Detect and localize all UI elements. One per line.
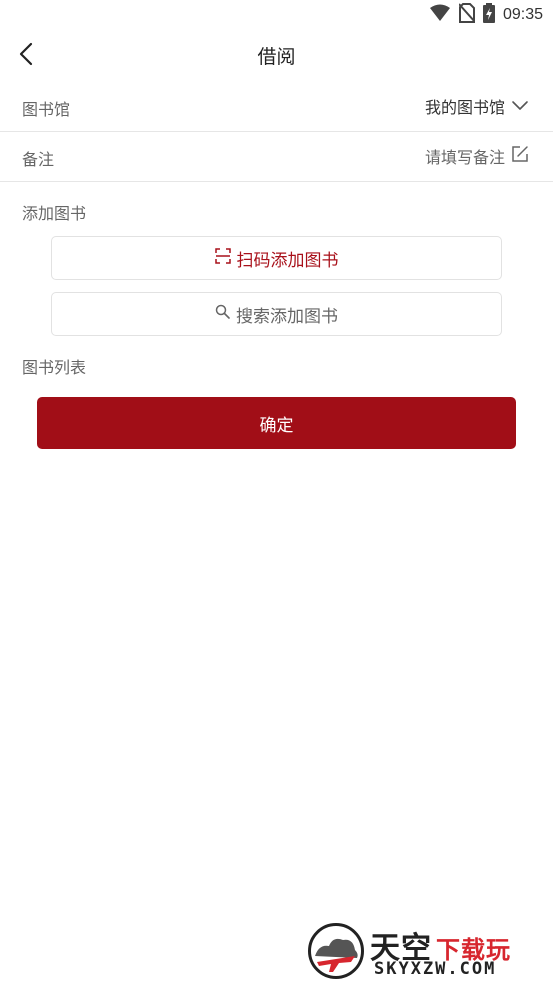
library-label: 图书馆: [22, 100, 71, 119]
confirm-label: 确定: [259, 415, 294, 436]
watermark-emblem-icon: [308, 923, 364, 979]
remark-input[interactable]: 请填写备注: [425, 144, 529, 168]
library-selector[interactable]: 我的图书馆: [425, 94, 529, 118]
library-value: 我的图书馆: [424, 98, 505, 117]
status-icons: 09:35: [429, 3, 543, 27]
watermark-logo: 天空 下载玩 SKYXZW.COM: [306, 921, 551, 981]
scan-add-book-label: 扫码添加图书: [236, 250, 339, 271]
search-add-book-button[interactable]: 搜索添加图书: [51, 292, 502, 336]
battery-charging-icon: [482, 3, 495, 27]
add-books-label: 添加图书: [22, 204, 87, 223]
library-row[interactable]: 图书馆 我的图书馆: [0, 82, 553, 132]
status-bar: 09:35: [0, 0, 553, 30]
scan-add-book-button[interactable]: 扫码添加图书: [51, 236, 502, 280]
book-list-label: 图书列表: [22, 358, 87, 377]
page-title: 借阅: [257, 46, 296, 68]
wifi-icon: [429, 4, 451, 26]
scan-icon: [214, 247, 231, 269]
remark-row[interactable]: 备注 请填写备注: [0, 132, 553, 182]
remark-label: 备注: [22, 150, 55, 169]
edit-icon: [511, 145, 529, 167]
search-icon: [215, 304, 230, 324]
chevron-down-icon: [511, 97, 529, 116]
confirm-button[interactable]: 确定: [37, 397, 516, 449]
watermark-domain: SKYXZW.COM: [374, 959, 497, 979]
search-add-book-label: 搜索添加图书: [236, 306, 338, 327]
nav-bar: 借阅: [0, 30, 553, 82]
no-sim-icon: [458, 3, 476, 27]
remark-placeholder: 请填写备注: [424, 148, 505, 167]
status-time: 09:35: [502, 6, 543, 23]
